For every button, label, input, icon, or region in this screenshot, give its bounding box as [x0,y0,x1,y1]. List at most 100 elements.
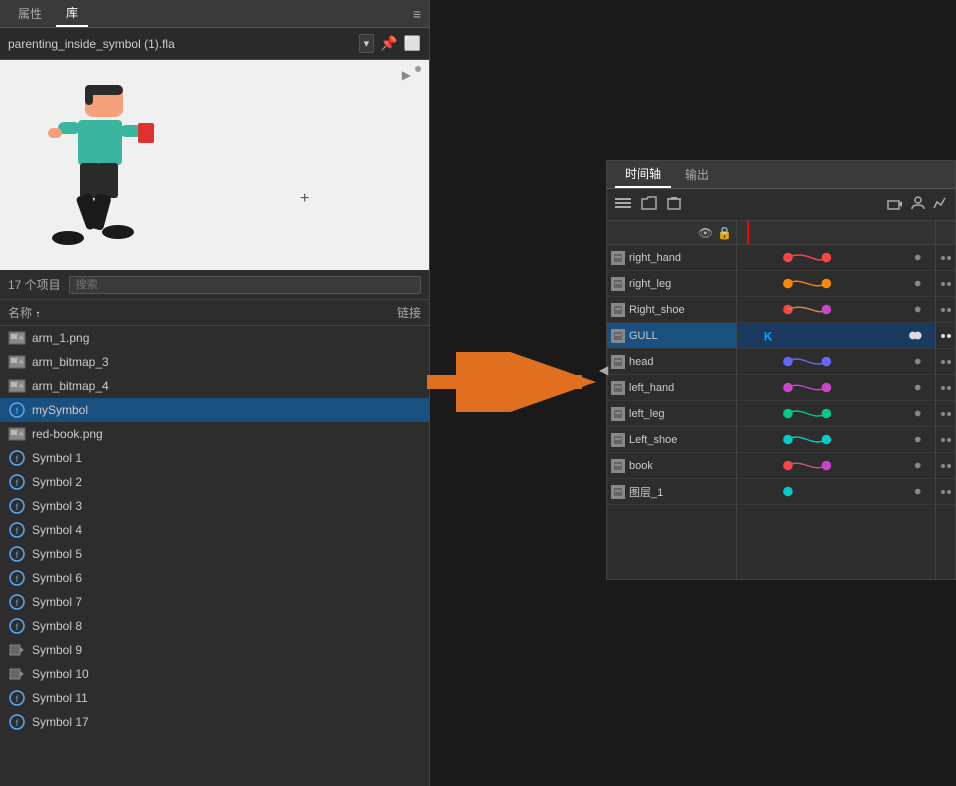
tab-output[interactable]: 输出 [675,162,719,187]
symbol-icon: f [8,473,26,491]
layer-row-left-leg[interactable]: left_leg [607,401,736,427]
sort-arrow[interactable]: ↑ [35,309,40,320]
frames-header [737,221,935,245]
layer-row-left-hand[interactable]: left_hand [607,375,736,401]
list-item[interactable]: Symbol 9 [0,638,429,662]
playhead[interactable] [747,221,749,244]
col-name-header: 名称 ↑ [8,304,341,321]
frame-row-left-shoe[interactable] [737,427,935,453]
frame-row-left-hand[interactable] [737,375,935,401]
preview-nav-arrow[interactable]: ▶ [402,68,411,82]
frame-row-right-shoe[interactable] [737,297,935,323]
copy-icon[interactable]: ⬜ [404,35,421,52]
layer-name: left_leg [629,408,732,420]
item-label: mySymbol [32,403,421,417]
chart-icon[interactable] [933,196,947,213]
timeline-panel: ◀ 时间轴 输出 [606,160,956,580]
list-item[interactable]: f Symbol 8 [0,614,429,638]
layer-row-book[interactable]: book [607,453,736,479]
bitmap-icon [8,377,26,395]
list-item-mySymbol[interactable]: f mySymbol [0,398,429,422]
item-label: red-book.png [32,427,421,441]
dot-1 [415,66,421,72]
frame-row-layer1[interactable] [737,479,935,505]
layer-row-layer1[interactable]: 图层_1 [607,479,736,505]
dot [947,308,951,312]
layer-type-icon [611,277,625,291]
file-dropdown-button[interactable]: ▾ [359,34,375,53]
item-label: Symbol 1 [32,451,421,465]
item-label: Symbol 8 [32,619,421,633]
frame-row-left-leg[interactable] [737,401,935,427]
dot-row-gull [936,323,955,349]
frames-column: K [737,221,935,579]
folder-icon[interactable] [641,196,657,213]
list-item[interactable]: arm_bitmap_4 [0,374,429,398]
preview-area: ▶ [0,60,429,270]
character-svg [30,80,200,270]
list-item[interactable]: f Symbol 11 [0,686,429,710]
dot [941,438,945,442]
symbol-icon: f [8,497,26,515]
list-item[interactable]: f Symbol 6 [0,566,429,590]
dot [947,412,951,416]
dot [947,386,951,390]
list-item[interactable]: arm_1.png [0,326,429,350]
camera-icon[interactable] [887,197,903,213]
layer-type-icon [611,381,625,395]
list-item[interactable]: f Symbol 5 [0,542,429,566]
symbol-icon: f [8,689,26,707]
svg-text:f: f [16,550,19,560]
layer-name: left_hand [629,382,732,394]
pin-icon[interactable]: 📌 [380,35,397,52]
item-label: Symbol 5 [32,547,421,561]
dot [941,412,945,416]
frame-row-book[interactable] [737,453,935,479]
layer-type-icon [611,407,625,421]
layer-row-right-hand[interactable]: right_hand [607,245,736,271]
symbol-icon: f [8,545,26,563]
svg-text:f: f [16,526,19,536]
tab-library[interactable]: 库 [56,0,88,27]
layer-name: 图层_1 [629,484,732,500]
layer-row-head[interactable]: head [607,349,736,375]
panel-collapse-arrow[interactable]: ◀ [599,363,608,377]
layer-name: right_hand [629,252,732,264]
frame-row-right-hand[interactable] [737,245,935,271]
svg-text:f: f [16,406,19,416]
list-item[interactable]: Symbol 10 [0,662,429,686]
layer-name: GULL [629,330,732,342]
layer-row-left-shoe[interactable]: Left_shoe [607,427,736,453]
layer-row-right-leg[interactable]: right_leg [607,271,736,297]
list-item[interactable]: f Symbol 2 [0,470,429,494]
list-item[interactable]: red-book.png [0,422,429,446]
eye-icon[interactable]: 👁 [698,226,713,240]
tab-properties[interactable]: 属性 [8,1,52,26]
timeline-toolbar [607,189,955,221]
search-input[interactable] [69,276,421,294]
dot [947,282,951,286]
svg-text:f: f [16,718,19,728]
frame-row-gull[interactable]: K [737,323,935,349]
list-item[interactable]: f Symbol 4 [0,518,429,542]
frame-row-right-leg[interactable] [737,271,935,297]
item-count: 17 个项目 [8,276,61,293]
lock-icon[interactable]: 🔒 [717,226,732,240]
tab-timeline[interactable]: 时间轴 [615,161,671,188]
layers-icon[interactable] [615,196,631,213]
list-item[interactable]: f Symbol 1 [0,446,429,470]
dots-header [936,221,955,245]
list-item[interactable]: f Symbol 7 [0,590,429,614]
layer-type-icon [611,459,625,473]
layer-row-gull[interactable]: GULL [607,323,736,349]
person-icon[interactable] [911,196,925,213]
frame-row-head[interactable] [737,349,935,375]
list-item[interactable]: f Symbol 17 [0,710,429,734]
video-icon [8,665,26,683]
list-item[interactable]: arm_bitmap_3 [0,350,429,374]
layer-row-right-shoe[interactable]: Right_shoe [607,297,736,323]
svg-text:f: f [16,454,19,464]
list-item[interactable]: f Symbol 3 [0,494,429,518]
delete-icon[interactable] [667,196,681,213]
panel-menu-icon[interactable]: ≡ [413,6,421,22]
